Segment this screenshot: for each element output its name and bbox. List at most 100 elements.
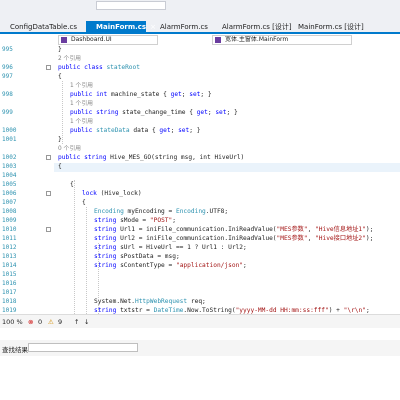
code-text: lock (Hive_lock) — [82, 189, 142, 198]
code-text: string Url1 = iniFile_communication.IniR… — [94, 225, 373, 234]
reference-count-hint[interactable]: 2 个引用 — [58, 56, 81, 62]
arrow-down-icon[interactable]: ↓ — [84, 318, 89, 326]
line-number: 1009 — [2, 217, 17, 224]
code-line[interactable]: 1001} — [0, 135, 400, 144]
code-line[interactable]: 1002 public string Hive_MES_GO(string msg… — [0, 153, 400, 162]
code-line[interactable]: 1008 Encoding myEncoding = Encoding.UTF8; — [0, 207, 400, 216]
tab-alarmform-designer[interactable]: AlarmForm.cs [设计] — [212, 21, 292, 33]
code-line[interactable]: 1 个引用 — [0, 81, 400, 90]
code-token: get — [196, 109, 208, 116]
code-line[interactable]: 997 { — [0, 72, 400, 81]
zoom-level[interactable]: 100 % — [2, 318, 23, 326]
code-token: Url1 = iniFile_communication.IniReadValu… — [120, 226, 277, 233]
document-tab-bar: ConfigDataTable.cs MainForm.cs × AlarmFor… — [0, 20, 400, 34]
code-token: get — [170, 91, 182, 98]
code-line[interactable]: 1011 string Url2 = iniFile_communication.… — [0, 234, 400, 243]
code-token: .UTF8; — [205, 208, 229, 215]
code-token: "Hive信息地址1" — [315, 226, 366, 233]
line-number: 1012 — [2, 244, 17, 251]
collapse-toggle-icon[interactable] — [46, 191, 51, 196]
code-text: Encoding myEncoding = Encoding.UTF8; — [94, 207, 228, 216]
error-count[interactable]: 0 — [38, 318, 42, 326]
code-line[interactable]: 996 public class stateRoot — [0, 63, 400, 72]
warning-count[interactable]: 9 — [58, 318, 62, 326]
code-token: "\r\n" — [343, 307, 366, 314]
code-token: lock — [82, 190, 101, 197]
line-number: 995 — [2, 46, 13, 53]
reference-count-hint[interactable]: 1 个引用 — [70, 101, 93, 107]
code-token: state_change_time { — [122, 109, 197, 116]
code-line[interactable]: 1017 — [0, 288, 400, 297]
code-token: { — [58, 73, 62, 80]
indent-guide — [74, 180, 75, 314]
code-token: sContentType = — [120, 262, 176, 269]
tab-mainform[interactable]: MainForm.cs × — [86, 21, 156, 33]
code-text: { — [58, 72, 62, 81]
class-icon — [61, 37, 67, 43]
collapse-toggle-icon[interactable] — [46, 227, 51, 232]
code-line[interactable]: 0 个引用 — [0, 144, 400, 153]
code-token: sMode = — [120, 217, 150, 224]
code-token: ); — [365, 226, 374, 233]
code-line[interactable]: 1005{ — [0, 180, 400, 189]
code-line[interactable]: 1000 public stateData data { get; set; } — [0, 126, 400, 135]
code-token: sUrl = HiveUrl == 1 ? Url1 : Url2; — [120, 244, 247, 251]
find-results-toolbar: 查找结果 — [0, 340, 400, 357]
code-line[interactable]: 1 个引用 — [0, 99, 400, 108]
arrow-up-icon[interactable]: ↑ — [74, 318, 79, 326]
code-line[interactable]: 1003 { — [0, 162, 400, 171]
collapse-toggle-icon[interactable] — [46, 65, 51, 70]
member-icon — [215, 37, 221, 43]
code-line[interactable]: 1009 string sMode = "POST"; — [0, 216, 400, 225]
reference-count-hint[interactable]: 0 个引用 — [58, 146, 81, 152]
code-line[interactable]: 998 public int machine_state { get; set; … — [0, 90, 400, 99]
code-text: public string Hive_MES_GO(string msg, in… — [58, 153, 244, 162]
class-combo[interactable]: Dashboard.UI — [58, 35, 158, 45]
member-combo[interactable]: 宽体.主窗体.MainForm — [212, 35, 352, 45]
code-token: .Now.ToString( — [183, 307, 236, 314]
find-results-label: 查找结果 — [2, 346, 28, 354]
code-line[interactable]: 1010 string Url1 = iniFile_communication.… — [0, 225, 400, 234]
tab-alarmform[interactable]: AlarmForm.cs — [150, 21, 212, 33]
warning-icon: ⚠ — [48, 318, 54, 326]
toolbar-dropdown[interactable] — [96, 1, 166, 10]
line-number: 1005 — [2, 181, 17, 188]
collapse-toggle-icon[interactable] — [46, 155, 51, 160]
reference-count-hint[interactable]: 1 个引用 — [70, 83, 93, 89]
find-results-dropdown[interactable] — [28, 343, 138, 352]
code-token: public int — [70, 91, 111, 98]
tab-configdatatable[interactable]: ConfigDataTable.cs — [0, 21, 86, 33]
code-token: string — [94, 235, 121, 242]
code-line[interactable]: 2 个引用 — [0, 54, 400, 63]
output-panel — [0, 356, 400, 400]
code-line[interactable]: 1016 — [0, 279, 400, 288]
code-token: , — [307, 226, 316, 233]
code-line[interactable]: 1012 string sUrl = HiveUrl == 1 ? Url1 : … — [0, 243, 400, 252]
code-token: , — [307, 235, 316, 242]
code-line[interactable]: 1018 System.Net.HttpWebRequest req; — [0, 297, 400, 306]
tab-label: AlarmForm.cs [设计] — [222, 23, 292, 31]
code-line[interactable]: 1 个引用 — [0, 117, 400, 126]
code-line[interactable]: 1007 { — [0, 198, 400, 207]
code-line[interactable]: 1019 string txtstr = DateTime.Now.ToStrin… — [0, 306, 400, 314]
code-editor[interactable]: 995} 2 个引用 996 public class stateRoot 997 { 1 … — [0, 46, 400, 314]
code-line[interactable]: 1004 — [0, 171, 400, 180]
reference-count-hint[interactable]: 1 个引用 — [70, 119, 93, 125]
code-text: public stateData data { get; set; } — [70, 126, 200, 135]
line-number: 1019 — [2, 307, 17, 314]
code-token: ; — [170, 127, 179, 134]
code-text: public string state_change_time { get; s… — [70, 108, 238, 117]
code-line[interactable]: 999 public string state_change_time { get… — [0, 108, 400, 117]
tab-mainform-designer[interactable]: MainForm.cs [设计] — [288, 21, 368, 33]
code-line[interactable]: 1006 lock (Hive_lock) — [0, 189, 400, 198]
code-token: { — [58, 163, 62, 170]
tab-label: MainForm.cs — [96, 23, 147, 31]
code-text: { — [58, 162, 62, 171]
code-line[interactable]: 1013 string sPostData = msg; — [0, 252, 400, 261]
code-token: machine_state { — [110, 91, 171, 98]
code-line[interactable]: 995} — [0, 46, 400, 54]
code-line[interactable]: 1015 — [0, 270, 400, 279]
code-token: Url2 = iniFile_communication.IniReadValu… — [120, 235, 277, 242]
code-token: ; } — [200, 91, 212, 98]
code-line[interactable]: 1014 string sContentType = "application/j… — [0, 261, 400, 270]
